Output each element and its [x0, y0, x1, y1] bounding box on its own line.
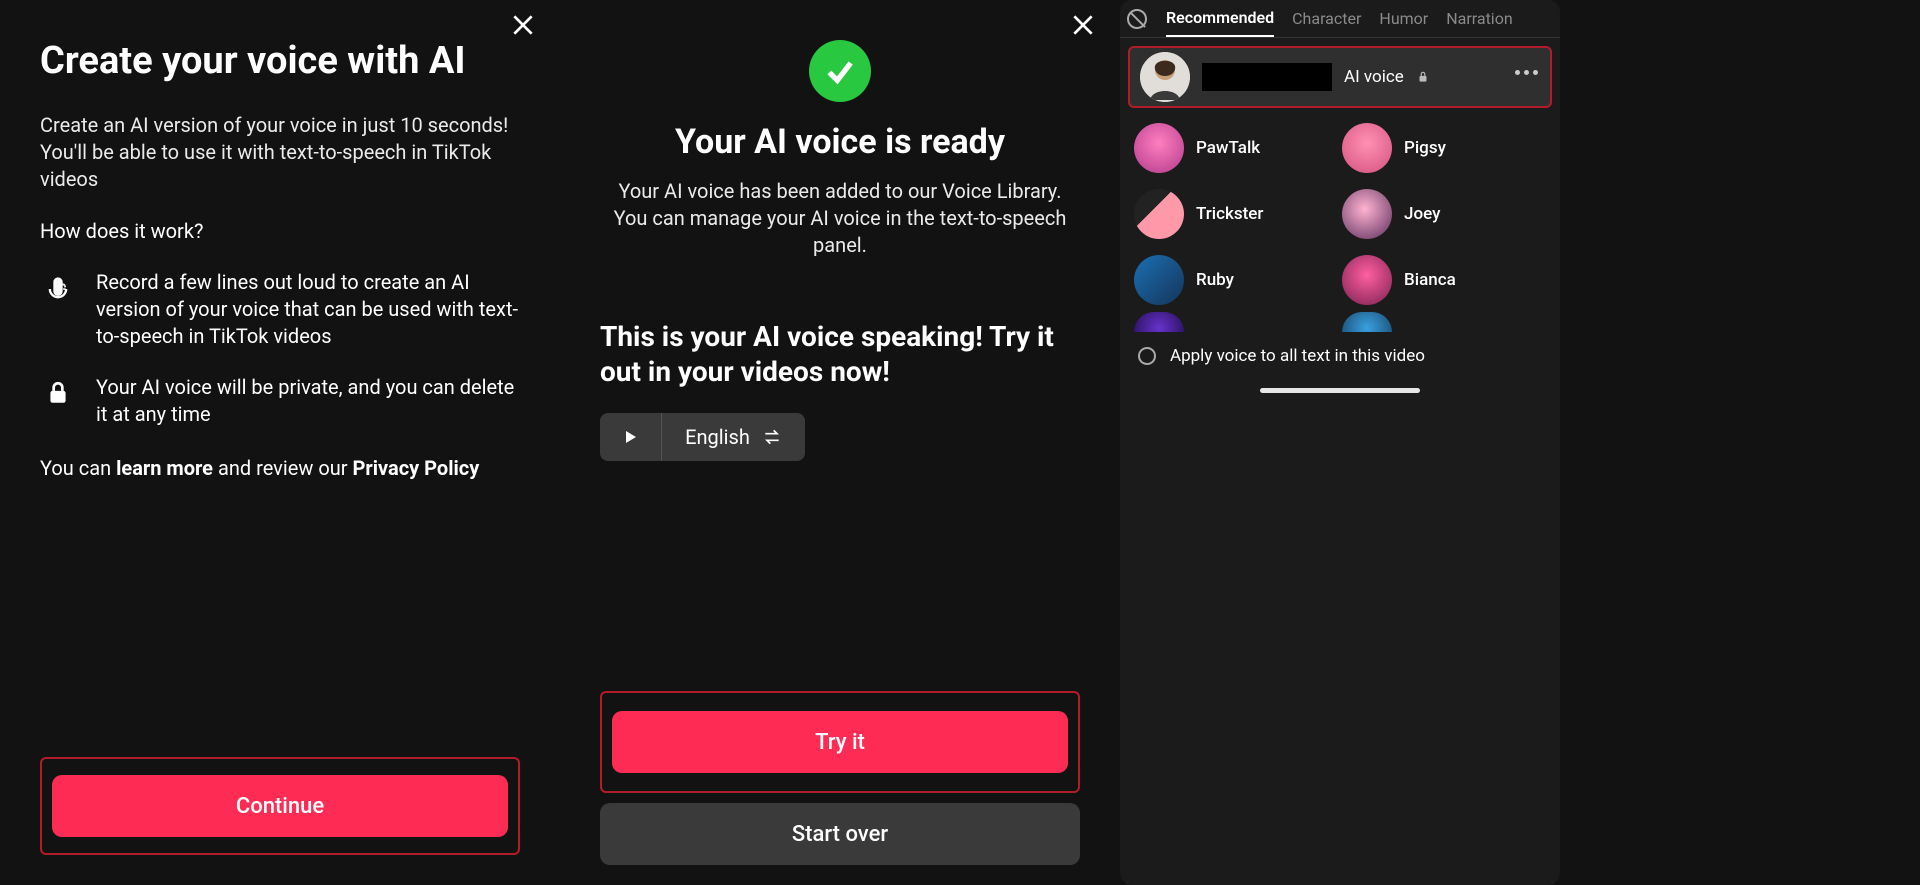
voice-name: Joey — [1404, 204, 1440, 224]
user-voice-label: AI voice — [1344, 67, 1404, 87]
voice-item-pawtalk[interactable]: PawTalk — [1134, 120, 1338, 176]
tab-humor[interactable]: Humor — [1379, 1, 1428, 36]
try-it-button[interactable]: Try it — [612, 711, 1068, 773]
apply-voice-radio[interactable] — [1138, 347, 1156, 365]
apply-voice-row[interactable]: Apply voice to all text in this video — [1120, 332, 1560, 380]
avatar-partial — [1134, 312, 1184, 332]
policy-line: You can learn more and review our Privac… — [40, 456, 520, 480]
policy-middle: and review our — [213, 456, 353, 480]
tab-recommended[interactable]: Recommended — [1166, 0, 1274, 37]
voice-item-pigsy[interactable]: Pigsy — [1342, 120, 1546, 176]
voice-name: Ruby — [1196, 270, 1234, 290]
panel1-description: Create an AI version of your voice in ju… — [40, 112, 520, 193]
panel2-description: Your AI voice has been added to our Voic… — [605, 178, 1075, 259]
continue-button[interactable]: Continue — [52, 775, 508, 837]
panel2-speaking-text: This is your AI voice speaking! Try it o… — [600, 319, 1080, 389]
avatar-pigsy — [1342, 123, 1392, 173]
play-icon[interactable] — [600, 413, 662, 461]
voice-name: PawTalk — [1196, 138, 1260, 158]
voice-item-trickster[interactable]: Trickster — [1134, 186, 1338, 242]
panel2-title: Your AI voice is ready — [600, 122, 1080, 162]
redacted-username — [1202, 63, 1332, 91]
voice-grid: PawTalk Pigsy Trickster Joey Ruby Bianca — [1120, 112, 1560, 312]
user-ai-voice-item[interactable]: AI voice — [1128, 46, 1552, 108]
voice-item-joey[interactable]: Joey — [1342, 186, 1546, 242]
panel1-title: Create your voice with AI — [40, 40, 520, 84]
voice-ready-panel: Your AI voice is ready Your AI voice has… — [560, 0, 1120, 885]
avatar-bianca — [1342, 255, 1392, 305]
voice-name: Pigsy — [1404, 138, 1446, 158]
continue-highlight: Continue — [40, 757, 520, 855]
step-record-text: Record a few lines out loud to create an… — [96, 269, 520, 350]
avatar-pawtalk — [1134, 123, 1184, 173]
how-does-it-work-label: How does it work? — [40, 219, 520, 243]
voice-tabs: Recommended Character Humor Narration — [1120, 0, 1560, 38]
tab-character[interactable]: Character — [1292, 1, 1361, 36]
step-private-text: Your AI voice will be private, and you c… — [96, 374, 520, 428]
voice-item-bianca[interactable]: Bianca — [1342, 252, 1546, 308]
swap-icon — [762, 427, 782, 447]
lock-icon — [1416, 70, 1430, 84]
more-options-button[interactable] — [1515, 70, 1538, 75]
voice-item-partial[interactable] — [1342, 312, 1546, 332]
close-icon[interactable] — [510, 12, 536, 38]
voice-library-panel: Recommended Character Humor Narration AI… — [1120, 0, 1560, 885]
step-private: Your AI voice will be private, and you c… — [40, 374, 520, 428]
start-over-button[interactable]: Start over — [600, 803, 1080, 865]
apply-voice-label: Apply voice to all text in this video — [1170, 346, 1425, 366]
language-button[interactable]: English — [662, 413, 805, 461]
lock-icon — [40, 374, 76, 428]
voice-item-partial[interactable] — [1134, 312, 1338, 332]
avatar-partial — [1342, 312, 1392, 332]
filter-none-icon[interactable] — [1126, 8, 1148, 30]
learn-more-link[interactable]: learn more — [116, 456, 213, 480]
user-avatar — [1140, 52, 1190, 102]
create-voice-panel: Create your voice with AI Create an AI v… — [0, 0, 560, 885]
language-label: English — [685, 425, 750, 449]
tab-narration[interactable]: Narration — [1446, 1, 1512, 36]
avatar-ruby — [1134, 255, 1184, 305]
try-it-highlight: Try it — [600, 691, 1080, 793]
policy-prefix: You can — [40, 456, 116, 480]
voice-name: Trickster — [1196, 204, 1263, 224]
voice-grid-overflow — [1120, 312, 1560, 332]
microphone-icon — [40, 269, 76, 350]
close-icon[interactable] — [1070, 12, 1096, 38]
avatar-trickster — [1134, 189, 1184, 239]
voice-item-ruby[interactable]: Ruby — [1134, 252, 1338, 308]
language-selector[interactable]: English — [600, 413, 805, 461]
privacy-policy-link[interactable]: Privacy Policy — [353, 456, 480, 480]
drag-handle[interactable] — [1260, 388, 1420, 393]
success-check-icon — [809, 40, 871, 102]
voice-name: Bianca — [1404, 270, 1456, 290]
avatar-joey — [1342, 189, 1392, 239]
step-record: Record a few lines out loud to create an… — [40, 269, 520, 350]
